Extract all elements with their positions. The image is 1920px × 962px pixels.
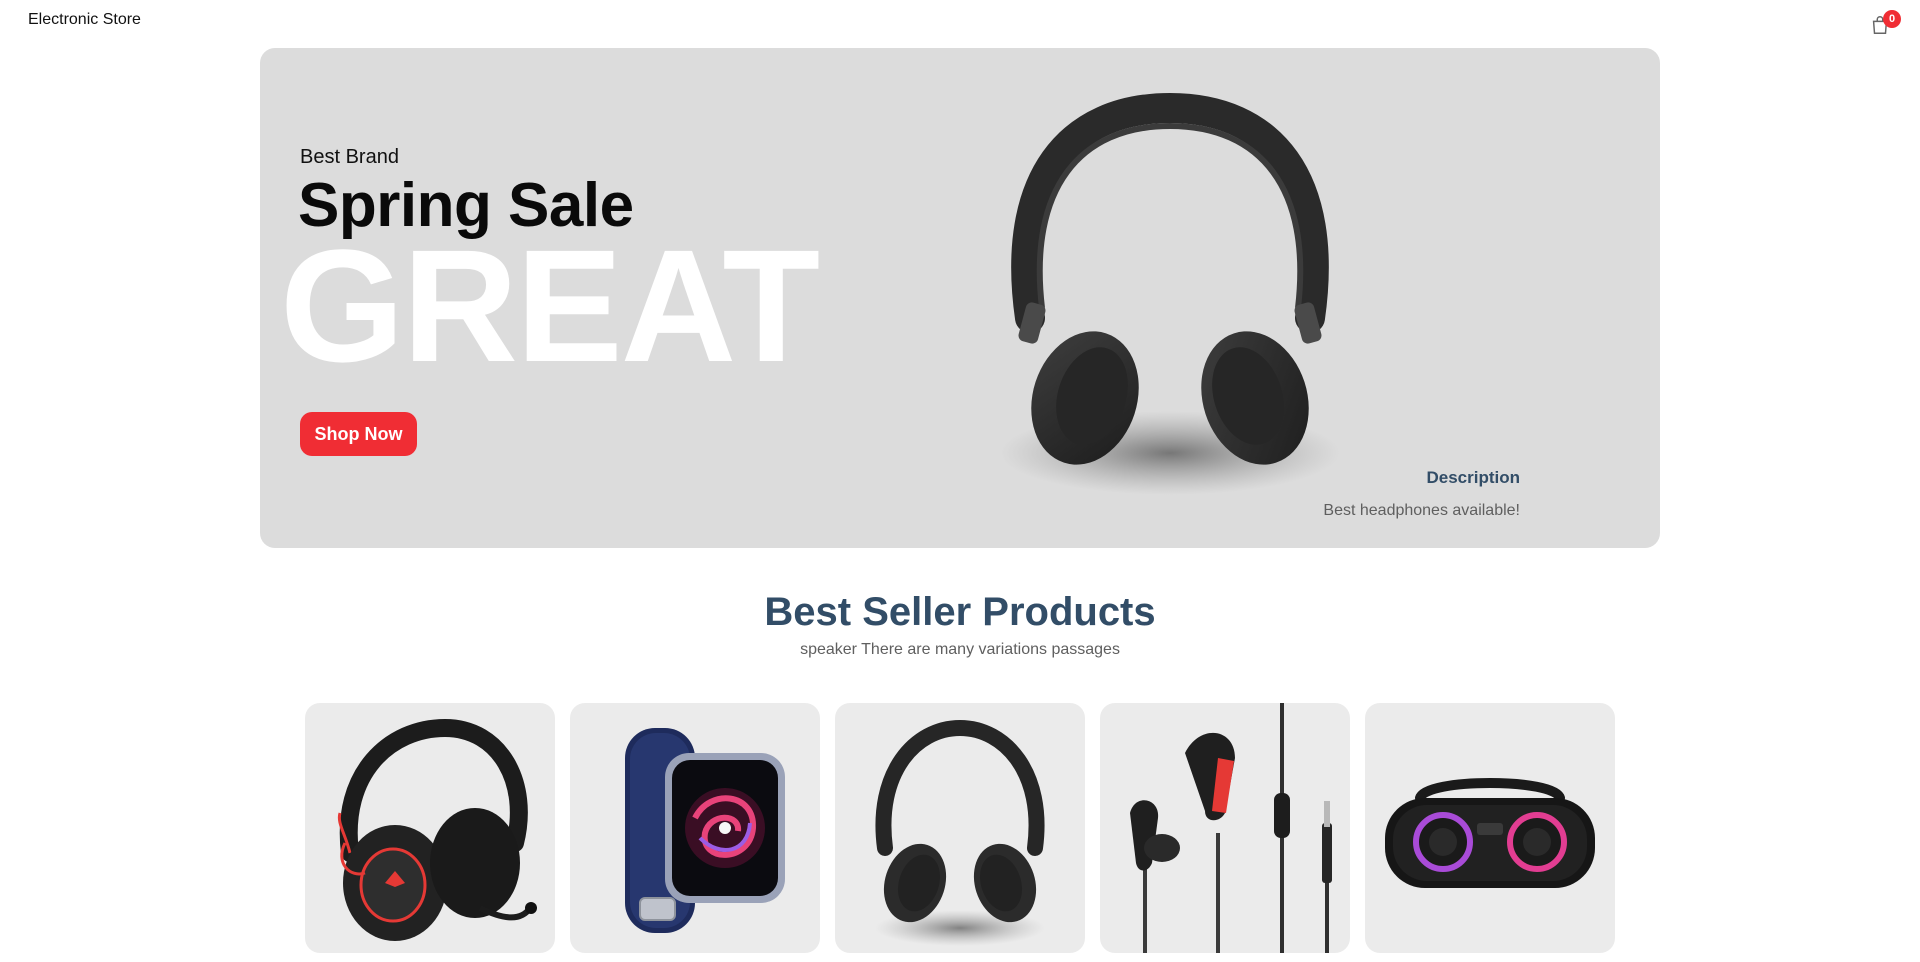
product-card[interactable] [835,703,1085,953]
navbar: Electronic Store 0 [0,0,1920,44]
products-heading: Best Seller Products speaker There are m… [0,590,1920,659]
product-card[interactable] [1100,703,1350,953]
headphones-image [875,719,1045,946]
smartwatch-image [625,728,785,933]
earphones-image [1130,703,1332,953]
product-card[interactable] [570,703,820,953]
gaming-headset-image [337,718,537,941]
product-card[interactable] [305,703,555,953]
cart-button[interactable]: 0 [1866,10,1901,38]
product-list [305,703,1615,953]
product-card[interactable] [1365,703,1615,953]
store-logo[interactable]: Electronic Store [28,11,141,29]
shop-now-button[interactable]: Shop Now [300,412,417,456]
hero-headphones-image [1000,92,1340,495]
cart-count-badge: 0 [1883,10,1901,28]
hero-large-text: GREAT [280,216,820,395]
products-title: Best Seller Products [764,590,1156,634]
hero-small-text: Best Brand [300,146,399,168]
hero-description: Description Best headphones available! [1323,468,1520,520]
products-subtitle: speaker There are many variations passag… [800,641,1120,658]
hero-banner: Best Brand Spring Sale GREAT Shop Now De… [260,48,1660,548]
hero-description-title: Description [1426,468,1520,487]
hero-description-text: Best headphones available! [1323,502,1520,519]
speaker-image [1385,778,1595,888]
